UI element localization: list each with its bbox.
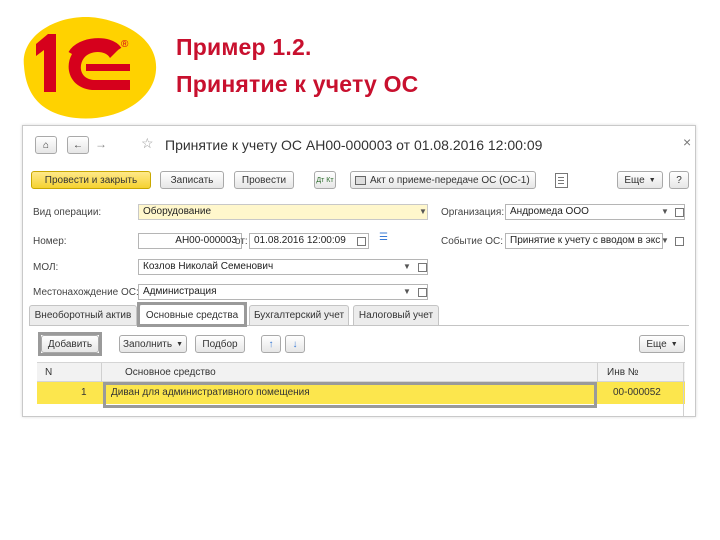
post-and-close-button[interactable]: Провести и закрыть [31,171,151,189]
operation-select[interactable]: Оборудование [138,204,428,220]
event-dropdown-icon[interactable]: ▼ [661,236,669,245]
document-window: ⌂ ← → ☆ Принятие к учету ОС АН00-000003 … [22,125,696,417]
select-button[interactable]: Подбор [195,335,245,353]
fill-button[interactable]: Заполнить ▼ [119,335,187,353]
arrow-down-icon: ↓ [292,338,298,350]
mol-open-icon[interactable] [418,263,427,272]
favorite-button[interactable]: ☆ [141,135,154,152]
slide-title-line1: Пример 1.2. [176,34,312,60]
back-button[interactable]: ← [67,136,89,154]
chevron-down-icon: ▼ [648,176,656,184]
number-field[interactable]: АН00-000003 [138,233,242,249]
post-button[interactable]: Провести [234,171,294,189]
logo-graphic [23,17,157,119]
column-separator [597,363,598,383]
back-arrow-icon: ← [73,139,83,151]
column-header-n: N [45,367,53,378]
tab-noncurrent-asset[interactable]: Внеоборотный актив [29,305,137,325]
chevron-down-icon: ▼ [176,340,184,348]
operation-label: Вид операции: [33,207,102,218]
window-title: Принятие к учету ОС АН00-000003 от 01.08… [165,137,543,153]
event-field[interactable]: Принятие к учету с вводом в экс [505,233,663,249]
mol-field[interactable]: Козлов Николай Семенович [138,259,428,275]
fixed-assets-tab-highlight [137,302,247,327]
print-act-button[interactable]: Акт о приеме-передаче ОС (ОС-1) [350,171,536,189]
column-separator [101,363,102,383]
operation-dropdown-icon[interactable]: ▼ [419,207,427,216]
save-button[interactable]: Записать [160,171,224,189]
print-act-label: Акт о приеме-передаче ОС (ОС-1) [370,174,530,186]
add-button-highlight [38,332,102,356]
move-up-button[interactable]: ↑ [261,335,281,353]
home-button[interactable]: ⌂ [35,136,57,154]
column-header-asset: Основное средство [125,367,216,378]
star-icon: ☆ [141,135,154,151]
number-label: Номер: [33,236,67,247]
dtkt-icon: Дт Кт [316,176,334,184]
date-field[interactable]: 01.08.2016 12:00:09 [249,233,369,249]
document-icon [558,177,564,178]
location-label: Местонахождение ОС: [33,287,139,298]
location-open-icon[interactable] [418,288,427,297]
org-label: Организация: [441,207,505,218]
calendar-icon[interactable] [357,237,366,246]
mol-label: МОЛ: [33,262,59,273]
row-inventory-number: 00-000052 [613,387,661,398]
column-header-inv: Инв № [607,367,639,378]
close-icon: × [683,134,692,150]
location-field[interactable]: Администрация [138,284,428,300]
help-button[interactable]: ? [669,171,689,189]
list-icon[interactable]: ☰ [379,232,388,243]
more-label: Еще [624,174,645,186]
dtkt-button[interactable]: Дт Кт [314,171,336,189]
tab-tax[interactable]: Налоговый учет [353,305,439,325]
arrow-up-icon: ↑ [268,338,274,350]
table-more-label: Еще [646,338,667,350]
asset-cell-highlight [103,382,597,408]
1c-logo: 1С ® [6,6,166,126]
location-dropdown-icon[interactable]: ▼ [403,287,411,296]
org-open-icon[interactable] [675,208,684,217]
more-button[interactable]: Еще ▼ [617,171,663,189]
table-right-border [683,362,684,416]
registered-mark: ® [121,39,129,50]
date-from-label: от: [235,236,248,247]
slide-title-line2: Принятие к учету ОС [176,71,419,97]
event-open-icon[interactable] [675,237,684,246]
chevron-down-icon: ▼ [670,340,678,348]
home-icon: ⌂ [42,139,50,151]
document-icon-button[interactable] [555,173,568,188]
close-button[interactable]: × [683,134,691,150]
table-header: N Основное средство Инв № [37,362,685,383]
table-more-button[interactable]: Еще ▼ [639,335,685,353]
row-number: 1 [81,387,87,398]
event-label: Событие ОС: [441,236,503,247]
org-field[interactable]: Андромеда ООО [505,204,685,220]
tab-accounting[interactable]: Бухгалтерский учет [249,305,349,325]
org-dropdown-icon[interactable]: ▼ [661,207,669,216]
move-down-button[interactable]: ↓ [285,335,305,353]
fill-label: Заполнить [122,338,173,350]
printer-icon [355,175,366,185]
tabs-baseline [29,325,689,326]
forward-button[interactable]: → [95,137,107,151]
forward-arrow-icon: → [95,137,107,151]
mol-dropdown-icon[interactable]: ▼ [403,262,411,271]
